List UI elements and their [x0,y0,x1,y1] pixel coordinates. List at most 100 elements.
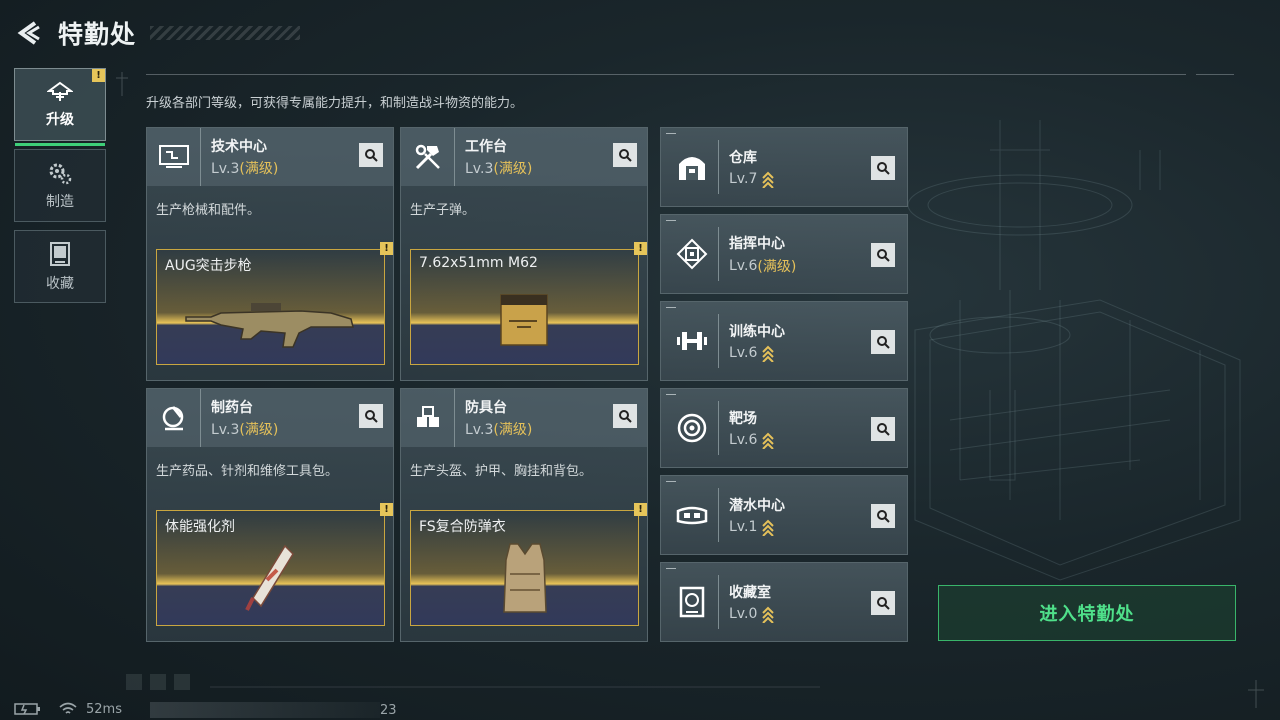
inspect-button[interactable] [359,404,383,428]
upgrade-arrows-icon [761,431,775,449]
inspect-button[interactable] [613,143,637,167]
sidebar: ! 升级 制造 收藏 [14,68,106,311]
department-level: Lv.3(满级) [211,422,279,438]
product-name: AUG突击步枪 [165,258,252,274]
department-level: Lv.3(满级) [465,161,533,177]
diving-center-icon [665,488,719,542]
tab-label: 制造 [46,193,74,210]
department-name: 技术中心 [211,139,267,155]
tab-collection[interactable]: 收藏 [14,230,106,303]
department-card-tech-center[interactable]: 技术中心 Lv.3(满级) 生产枪械和配件。 ! AUG突击步枪 [146,127,394,381]
ping-readout: 52ms [86,701,122,717]
inspect-button[interactable] [871,591,895,615]
facility-collection-room[interactable]: 收藏室 Lv.0 [660,562,908,642]
product-name: 体能强化剂 [165,519,235,535]
product-name: FS复合防弹衣 [419,519,506,535]
department-card-workbench[interactable]: 工作台 Lv.3(满级) 生产子弹。 ! 7.62x51mm M62 [400,127,648,381]
status-bar: 52ms [14,698,122,720]
enter-button-label: 进入特勤处 [1039,604,1135,625]
facility-name: 指挥中心 [729,235,785,252]
warehouse-icon [665,140,719,194]
card-header: 工作台 Lv.3(满级) [401,128,647,186]
facility-warehouse[interactable]: 仓库 Lv.7 [660,127,908,207]
battery-icon [14,703,40,715]
inspect-button[interactable] [871,504,895,528]
inspect-button[interactable] [359,143,383,167]
search-icon [877,162,890,175]
header-divider-end [1196,74,1234,75]
facility-name: 训练中心 [729,323,785,340]
inspect-button[interactable] [871,330,895,354]
facility-name: 靶场 [729,410,757,427]
tab-craft[interactable]: 制造 [14,149,106,222]
tab-upgrade[interactable]: ! 升级 [14,68,106,146]
title-decoration [150,26,300,40]
facility-name: 潜水中心 [729,497,785,514]
product-name: 7.62x51mm M62 [419,255,538,271]
collection-icon [50,241,70,266]
department-card-armor-bench[interactable]: 防具台 Lv.3(满级) 生产头盔、护甲、胸挂和背包。 ! FS复合防弹衣 [400,388,648,642]
search-icon [365,410,378,423]
search-icon [877,249,890,262]
production-slot[interactable]: ! 7.62x51mm M62 [410,242,647,365]
card-header: 技术中心 Lv.3(满级) [147,128,393,186]
inspect-button[interactable] [871,417,895,441]
facility-command-center[interactable]: 指挥中心 Lv.6 (满级) [660,214,908,294]
warning-badge: ! [634,242,647,255]
back-button[interactable] [14,18,44,48]
tab-label: 升级 [46,111,74,128]
page-title: 特勤处 [58,20,137,49]
inspect-button[interactable] [613,404,637,428]
facility-level: Lv.7 [729,170,775,188]
gears-icon [49,163,72,184]
warning-badge: ! [634,503,647,516]
inspect-button[interactable] [871,243,895,267]
inspect-button[interactable] [871,156,895,180]
ammo-box-icon [499,294,548,346]
department-name: 工作台 [465,139,507,155]
department-name: 制药台 [211,400,253,416]
department-card-pharmacy[interactable]: 制药台 Lv.3(满级) 生产药品、针剂和维修工具包。 ! 体能强化剂 [146,388,394,642]
search-icon [365,149,378,162]
pharmacy-icon [147,389,201,447]
armor-bench-icon [401,389,455,447]
facility-target-range[interactable]: 靶场 Lv.6 [660,388,908,468]
workbench-icon [401,128,455,186]
department-description: 生产药品、针剂和维修工具包。 [156,464,339,479]
production-slot[interactable]: ! AUG突击步枪 [156,242,393,365]
back-arrow-icon [17,21,40,45]
upgrade-arrows-icon [761,605,775,623]
search-icon [619,149,632,162]
wifi-icon [59,702,77,714]
page-description: 升级各部门等级，可获得专属能力提升，和制造战斗物资的能力。 [146,96,524,111]
training-center-icon [665,314,719,368]
facility-name: 仓库 [729,149,757,166]
warning-badge: ! [92,69,105,82]
facility-training-center[interactable]: 训练中心 Lv.6 [660,301,908,381]
department-level: Lv.3(满级) [465,422,533,438]
search-icon [877,510,890,523]
rifle-icon [184,303,354,348]
tab-label: 收藏 [46,275,74,292]
production-slot[interactable]: ! FS复合防弹衣 [410,503,647,626]
target-range-icon [665,401,719,455]
production-slot[interactable]: ! 体能强化剂 [156,503,393,626]
status-count: 23 [380,703,397,718]
enter-special-ops-button[interactable]: 进入特勤处 [938,585,1236,641]
upgrade-arrows-icon [761,518,775,536]
facility-diving-center[interactable]: 潜水中心 Lv.1 [660,475,908,555]
department-level: Lv.3(满级) [211,161,279,177]
facility-level: Lv.1 [729,518,785,536]
facility-name: 收藏室 [729,584,771,601]
command-center-icon [665,227,719,281]
warning-badge: ! [380,242,393,255]
search-icon [877,423,890,436]
tech-center-icon [147,128,201,186]
facility-level: Lv.0 [729,605,775,623]
warning-badge: ! [380,503,393,516]
card-header: 防具台 Lv.3(满级) [401,389,647,447]
upgrade-arrows-icon [761,170,775,188]
header-divider [146,74,1186,75]
department-description: 生产枪械和配件。 [156,203,261,218]
department-description: 生产子弹。 [410,203,476,218]
